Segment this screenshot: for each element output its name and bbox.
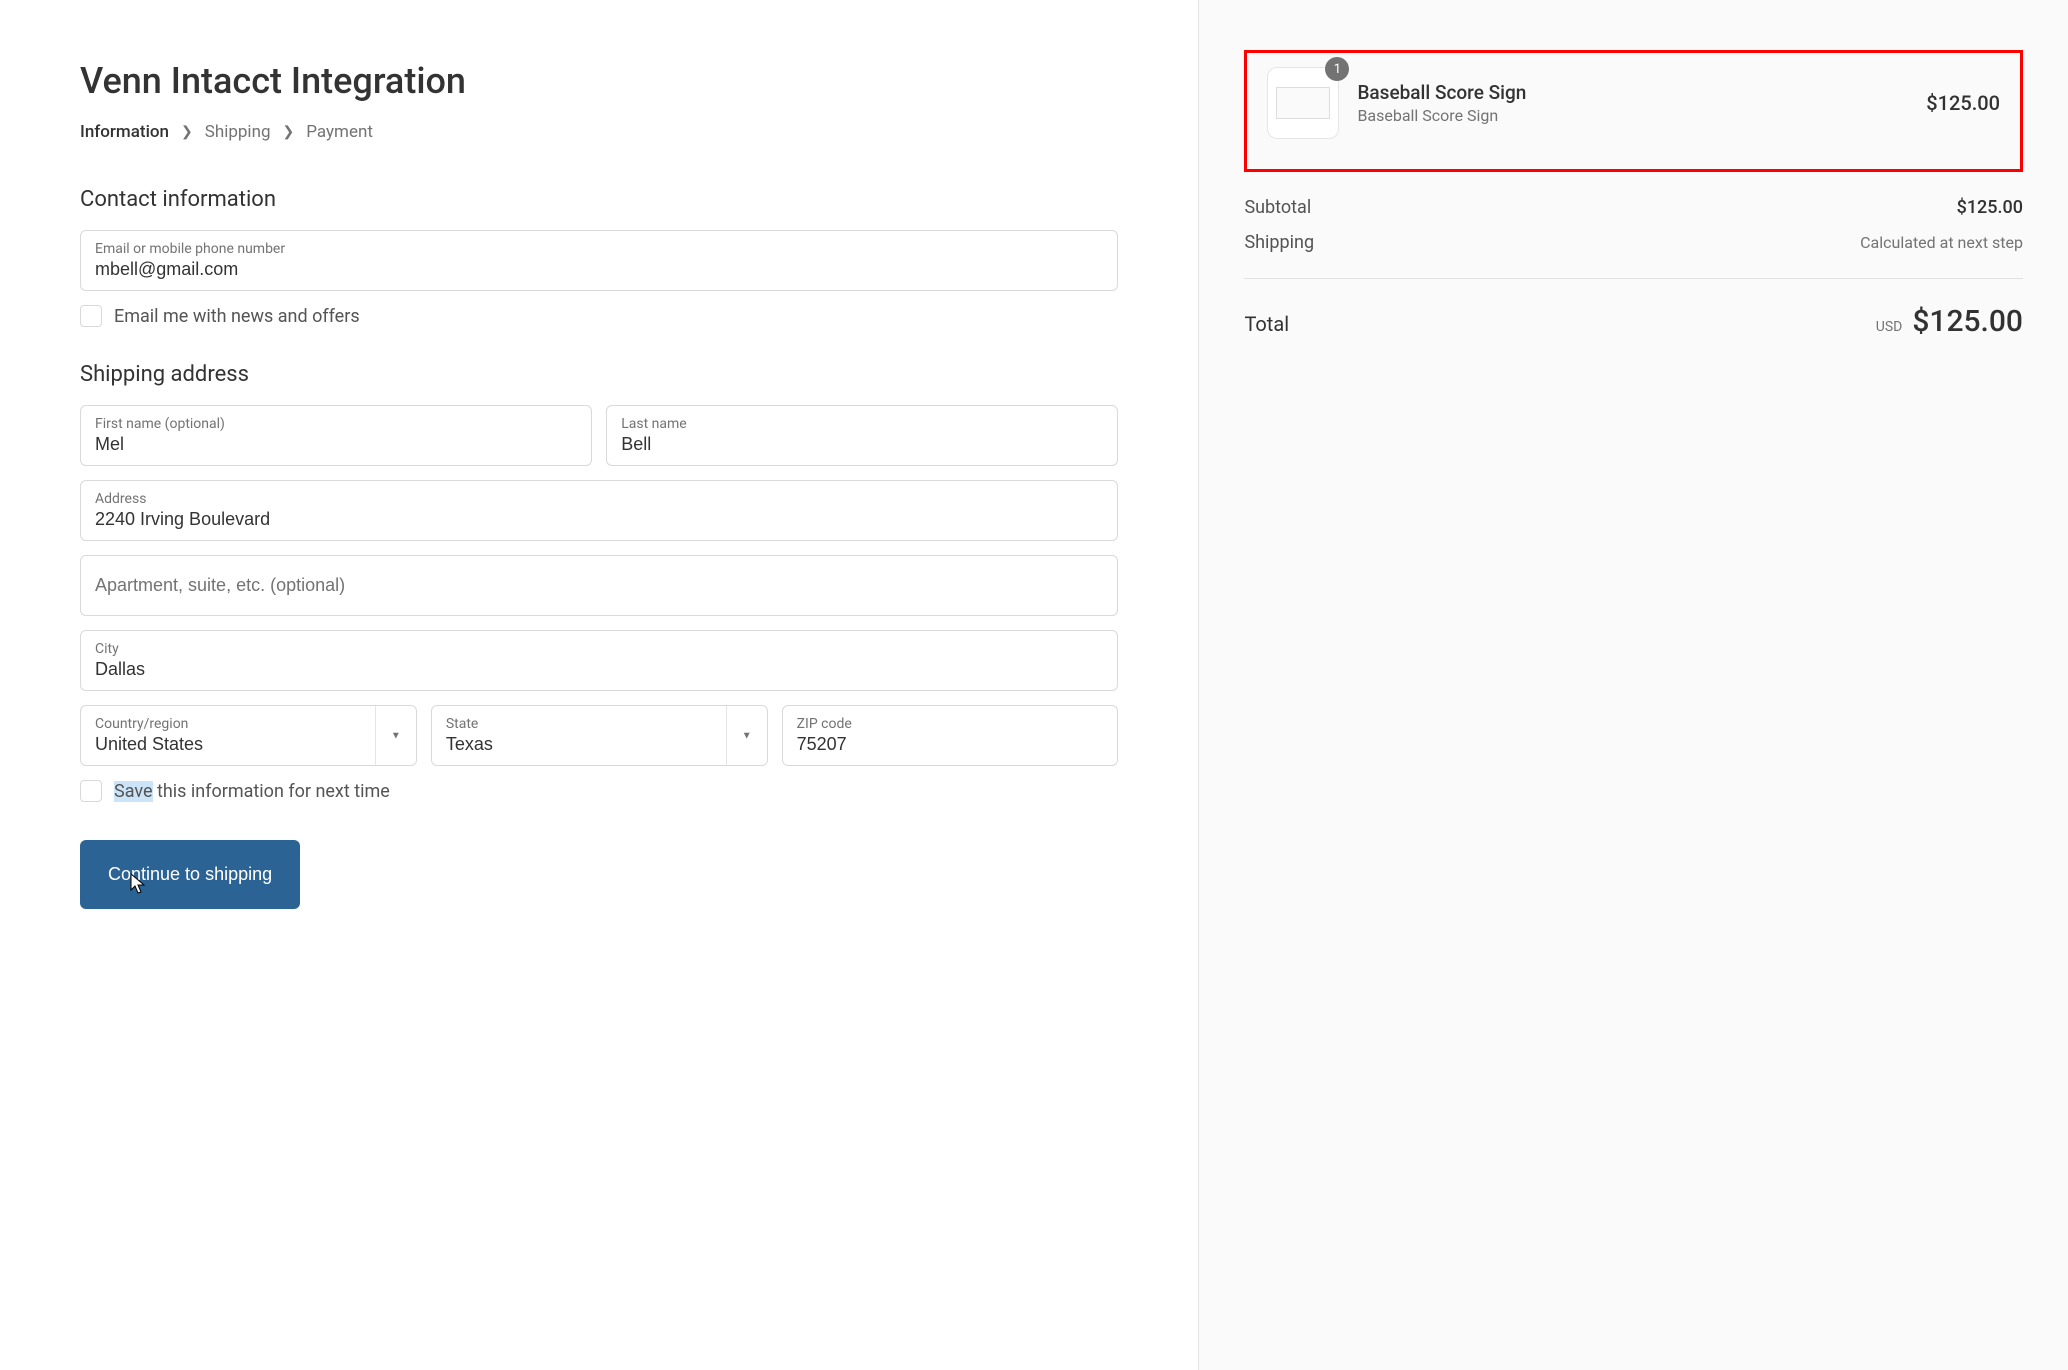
chevron-right-icon: ❯ bbox=[181, 124, 193, 140]
last-name-label: Last name bbox=[621, 416, 1103, 432]
city-field-wrapper[interactable]: City bbox=[80, 630, 1118, 691]
divider bbox=[1244, 278, 2023, 279]
cart-item-name: Baseball Score Sign bbox=[1357, 81, 1908, 104]
first-name-label: First name (optional) bbox=[95, 416, 577, 432]
chevron-down-icon: ▼ bbox=[742, 730, 752, 741]
country-select-wrapper[interactable]: Country/region ▼ bbox=[80, 705, 417, 766]
total-currency: USD bbox=[1876, 319, 1903, 335]
zip-label: ZIP code bbox=[797, 716, 1104, 732]
state-label: State bbox=[446, 716, 753, 732]
save-info-checkbox[interactable] bbox=[80, 780, 102, 802]
cart-item-variant: Baseball Score Sign bbox=[1357, 106, 1908, 125]
shipping-summary-value: Calculated at next step bbox=[1860, 233, 2023, 252]
state-select[interactable] bbox=[446, 734, 753, 755]
total-label: Total bbox=[1244, 312, 1289, 336]
continue-to-shipping-button[interactable]: Continue to shipping bbox=[80, 840, 300, 909]
address-field-wrapper[interactable]: Address bbox=[80, 480, 1118, 541]
email-field[interactable] bbox=[95, 259, 1103, 280]
contact-heading: Contact information bbox=[80, 187, 1118, 212]
cart-item: 1 Baseball Score Sign Baseball Score Sig… bbox=[1244, 50, 2023, 172]
apartment-field-wrapper[interactable] bbox=[80, 555, 1118, 616]
page-title: Venn Intacct Integration bbox=[80, 60, 1118, 102]
zip-field[interactable] bbox=[797, 734, 1104, 755]
email-label: Email or mobile phone number bbox=[95, 241, 1103, 257]
subtotal-value: $125.00 bbox=[1957, 197, 2023, 218]
address-label: Address bbox=[95, 491, 1103, 507]
zip-field-wrapper[interactable]: ZIP code bbox=[782, 705, 1119, 766]
cart-item-qty-badge: 1 bbox=[1325, 57, 1349, 81]
city-label: City bbox=[95, 641, 1103, 657]
total-amount: $125.00 bbox=[1912, 304, 2023, 339]
state-select-wrapper[interactable]: State ▼ bbox=[431, 705, 768, 766]
last-name-field[interactable] bbox=[621, 434, 1103, 455]
first-name-field-wrapper[interactable]: First name (optional) bbox=[80, 405, 592, 466]
shipping-summary-label: Shipping bbox=[1244, 232, 1314, 253]
breadcrumb-shipping[interactable]: Shipping bbox=[205, 122, 271, 142]
news-offers-label: Email me with news and offers bbox=[114, 306, 360, 327]
subtotal-label: Subtotal bbox=[1244, 197, 1311, 218]
country-select[interactable] bbox=[95, 734, 402, 755]
cart-item-price: $125.00 bbox=[1926, 91, 2000, 115]
breadcrumb-information[interactable]: Information bbox=[80, 122, 169, 142]
chevron-right-icon: ❯ bbox=[283, 124, 295, 140]
breadcrumb-payment[interactable]: Payment bbox=[306, 122, 373, 142]
apartment-field[interactable] bbox=[95, 575, 1103, 596]
address-field[interactable] bbox=[95, 509, 1103, 530]
email-field-wrapper[interactable]: Email or mobile phone number bbox=[80, 230, 1118, 291]
breadcrumb: Information ❯ Shipping ❯ Payment bbox=[80, 122, 1118, 142]
first-name-field[interactable] bbox=[95, 434, 577, 455]
save-info-label: Save this information for next time bbox=[114, 781, 390, 802]
last-name-field-wrapper[interactable]: Last name bbox=[606, 405, 1118, 466]
chevron-down-icon: ▼ bbox=[391, 730, 401, 741]
city-field[interactable] bbox=[95, 659, 1103, 680]
cart-item-thumbnail: 1 bbox=[1267, 67, 1339, 139]
country-label: Country/region bbox=[95, 716, 402, 732]
news-offers-checkbox[interactable] bbox=[80, 305, 102, 327]
shipping-heading: Shipping address bbox=[80, 362, 1118, 387]
